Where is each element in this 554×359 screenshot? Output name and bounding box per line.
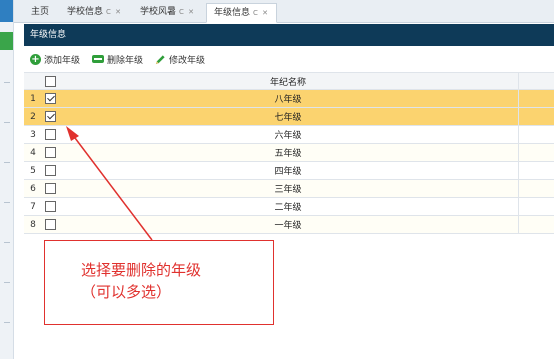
annotation-line-2: （可以多选） [81, 283, 172, 301]
annotation-callout: 选择要删除的年级 （可以多选） [44, 240, 274, 325]
annotation-line-1: 选择要删除的年级 [81, 261, 202, 279]
